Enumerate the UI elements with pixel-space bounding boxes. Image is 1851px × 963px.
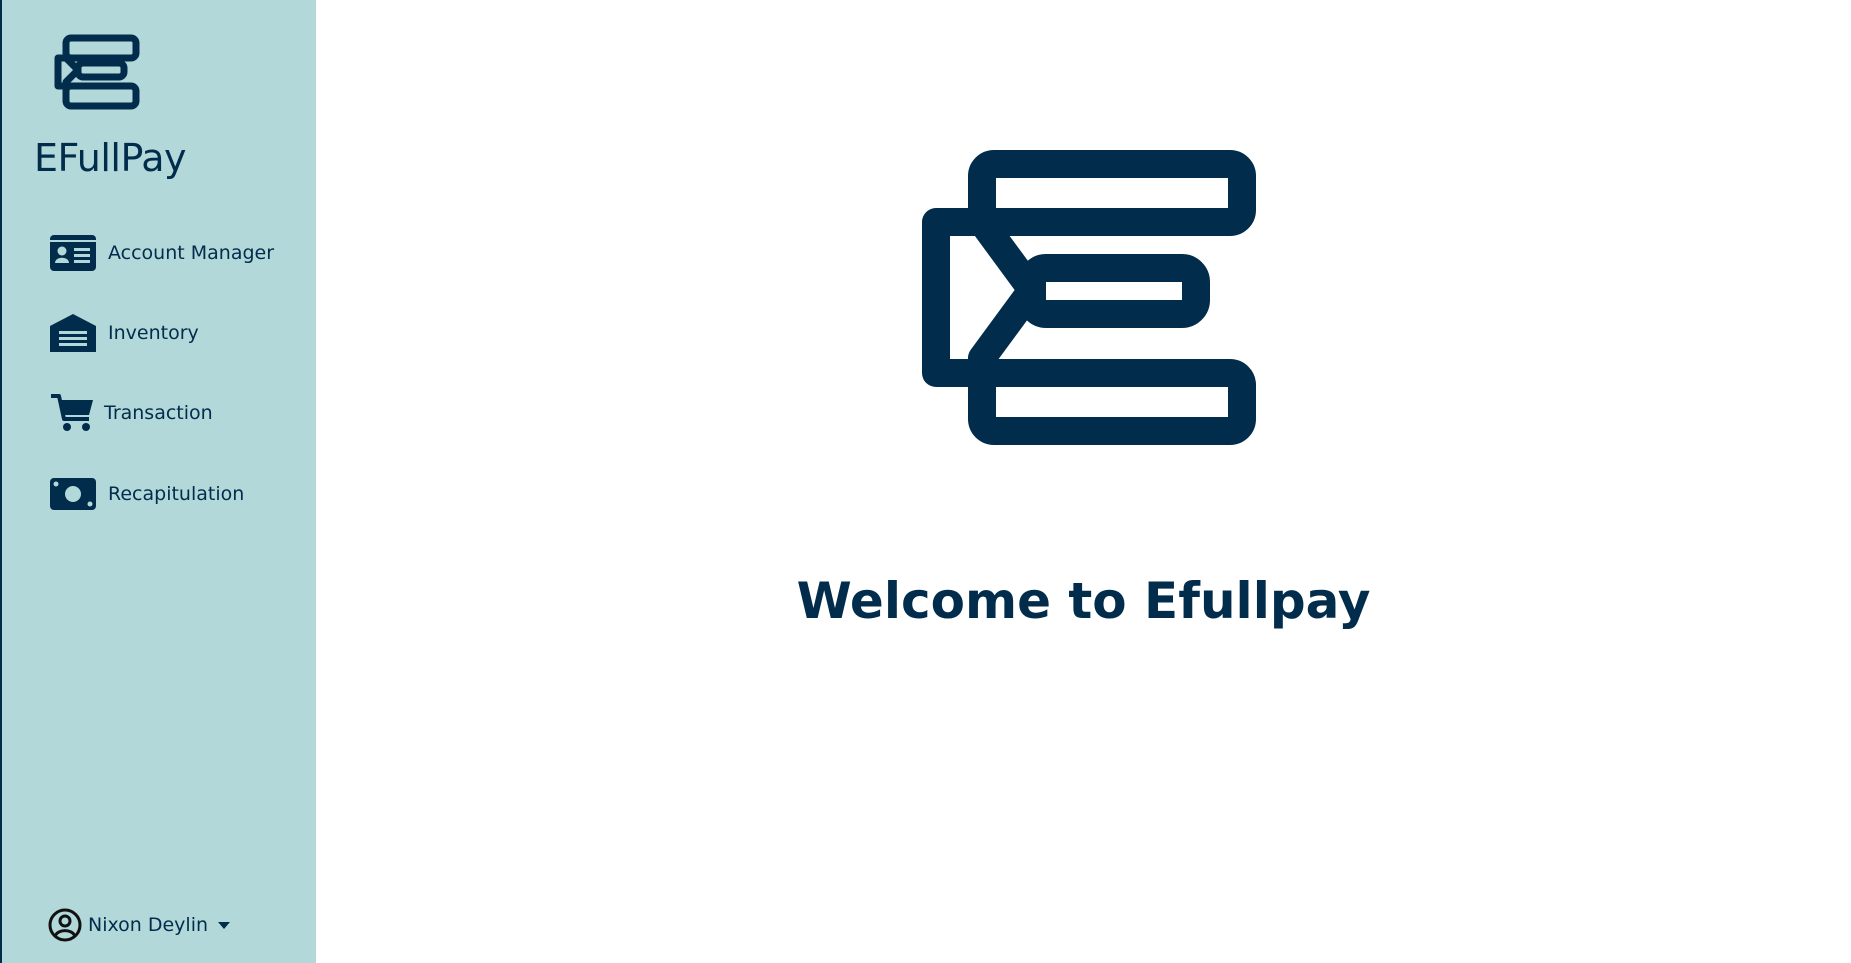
user-menu-dropdown[interactable]: Nixon Deylin xyxy=(48,908,231,942)
efullpay-logo-icon[interactable] xyxy=(52,34,140,110)
brand-name: EFullPay xyxy=(34,136,186,180)
id-card-icon xyxy=(50,233,96,273)
app-window: EFullPay Account Manager Inventory Trans… xyxy=(0,0,1851,963)
caret-down-icon xyxy=(218,921,231,929)
sidebar-item-label: Inventory xyxy=(108,322,199,344)
welcome-heading: Welcome to Efullpay xyxy=(796,572,1371,630)
sidebar-item-transaction[interactable]: Transaction xyxy=(50,391,213,435)
sidebar-item-account-manager[interactable]: Account Manager xyxy=(50,231,274,275)
efullpay-logo-icon xyxy=(922,150,1256,445)
money-bill-icon xyxy=(50,474,96,514)
user-name: Nixon Deylin xyxy=(88,914,209,936)
sidebar-item-label: Recapitulation xyxy=(108,483,245,505)
cart-icon xyxy=(50,393,96,433)
user-circle-icon xyxy=(48,908,82,942)
sidebar-item-recapitulation[interactable]: Recapitulation xyxy=(50,472,244,516)
sidebar-item-label: Account Manager xyxy=(108,242,275,264)
warehouse-icon xyxy=(50,313,96,353)
main-content: Welcome to Efullpay xyxy=(316,0,1851,963)
sidebar-item-inventory[interactable]: Inventory xyxy=(50,311,199,355)
sidebar-item-label: Transaction xyxy=(104,402,213,424)
sidebar: EFullPay Account Manager Inventory Trans… xyxy=(0,0,316,963)
